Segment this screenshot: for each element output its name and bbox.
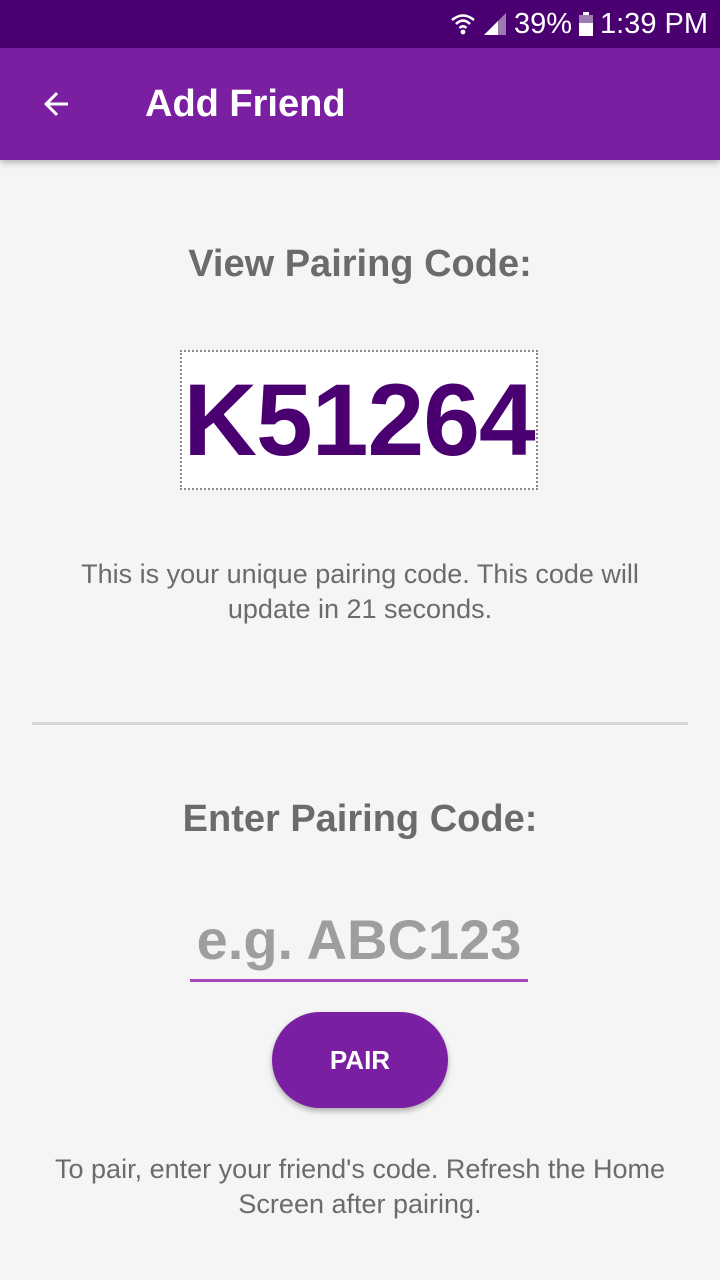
app-bar: Add Friend bbox=[0, 48, 720, 160]
pair-instructions: To pair, enter your friend's code. Refre… bbox=[55, 1154, 665, 1219]
arrow-back-icon bbox=[44, 92, 68, 116]
status-bar: 39% 1:39 PM bbox=[0, 0, 720, 48]
section-divider bbox=[32, 722, 688, 725]
cell-signal-icon bbox=[482, 11, 508, 37]
page-title: Add Friend bbox=[145, 82, 346, 125]
view-code-heading: View Pairing Code: bbox=[188, 243, 532, 285]
battery-icon bbox=[578, 11, 594, 37]
back-button[interactable] bbox=[0, 48, 112, 160]
pairing-code-box: K51264 bbox=[180, 350, 538, 490]
wifi-icon bbox=[450, 11, 476, 37]
pairing-code: K51264 bbox=[183, 362, 535, 477]
pairing-code-input[interactable] bbox=[190, 900, 528, 982]
enter-code-heading: Enter Pairing Code: bbox=[182, 798, 538, 840]
pairing-code-description: This is your unique pairing code. This c… bbox=[81, 559, 639, 624]
status-time: 1:39 PM bbox=[600, 7, 708, 40]
battery-percent: 39% bbox=[513, 7, 572, 40]
pair-button[interactable]: PAIR bbox=[272, 1012, 448, 1108]
